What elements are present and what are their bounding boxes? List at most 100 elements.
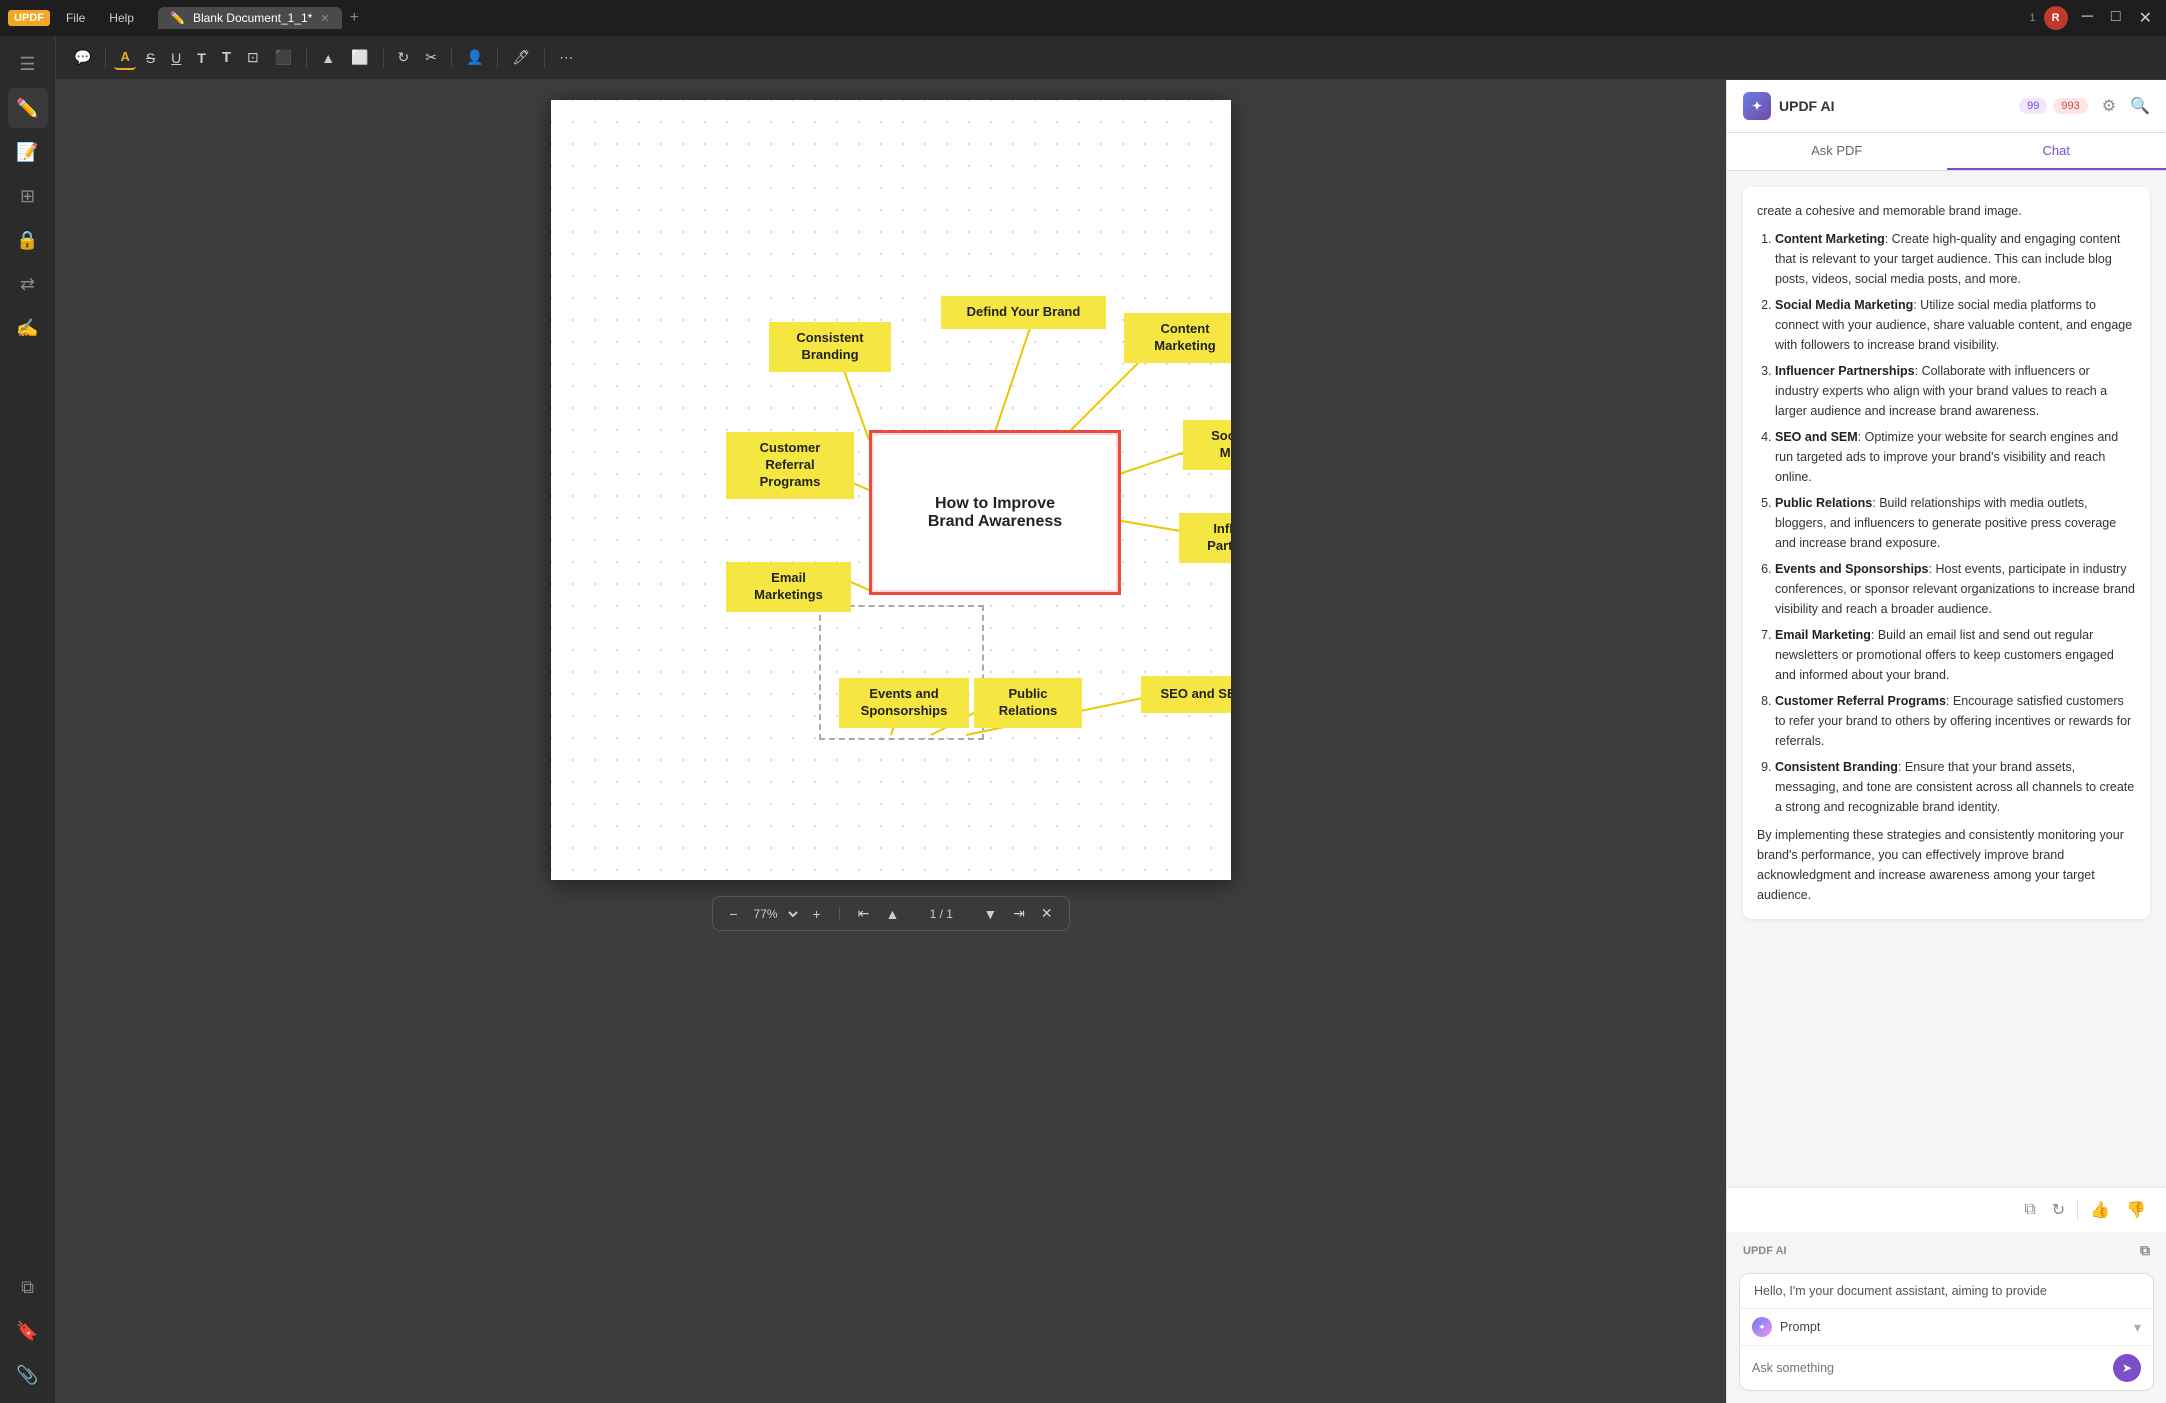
sidebar-sign-icon[interactable]: ✍ [8,308,48,348]
ai-messages[interactable]: create a cohesive and memorable brand im… [1727,171,2166,1187]
user-avatar[interactable]: R [2044,6,2068,30]
mind-map: How to ImproveBrand Awareness Defind You… [551,100,1231,880]
node-seo-sem[interactable]: SEO and SEM [1141,676,1231,713]
send-button[interactable]: ➤ [2113,1354,2141,1382]
node-social-media[interactable]: Social MediaMarketing [1183,420,1231,470]
sep4 [451,48,452,68]
ai-greeting: Hello, I'm your document assistant, aimi… [1740,1274,2153,1309]
menu-help[interactable]: Help [101,7,142,29]
action-sep [2077,1200,2078,1220]
crop-tool-btn[interactable]: ✂ [419,45,443,70]
title-right: 1 R ─ □ ✕ [2029,6,2158,30]
sep3 [383,48,384,68]
pagination-sep [839,907,840,921]
text-input-row: ➤ [1740,1346,2153,1390]
badge-red: 993 [2053,98,2087,114]
ai-header: ✦ UPDF AI 99 993 ⚙ 🔍 [1727,80,2166,133]
more-tool-btn[interactable]: ⋯ [553,45,579,70]
page-input[interactable] [911,907,971,921]
sep6 [544,48,545,68]
sidebar-view-icon[interactable]: ☰ [8,44,48,84]
node-email-marketing[interactable]: EmailMarketings [726,562,851,612]
active-tab[interactable]: ✏️ Blank Document_1_1* ✕ [158,7,342,29]
ai-panel: ✦ UPDF AI 99 993 ⚙ 🔍 Ask PDF [1726,80,2166,1403]
sidebar-bookmark-icon[interactable]: 🔖 [8,1311,48,1351]
rotate-tool-btn[interactable]: ↻ [392,45,416,70]
sidebar-comment-icon[interactable]: 📝 [8,132,48,172]
menu-file[interactable]: File [58,7,93,29]
node-public-relations[interactable]: PublicRelations [974,678,1082,728]
list-item: Content Marketing: Create high-quality a… [1775,229,2136,289]
node-influencer[interactable]: InfluenceerPartnesships [1179,513,1231,563]
highlight-tool-btn[interactable]: A [114,45,135,70]
prompt-row[interactable]: ✦ Prompt ▾ [1740,1309,2153,1346]
ai-logo-icon: ✦ [1743,92,1771,120]
tab-chat[interactable]: Chat [1947,133,2166,170]
app-logo: UPDF [8,10,50,26]
tab-close-button[interactable]: ✕ [320,12,329,25]
tab-add-button[interactable]: + [346,9,363,27]
left-sidebar: ☰ ✏️ 📝 ⊞ 🔒 ⇄ ✍ ⧉ 🔖 📎 [0,36,56,1403]
pdf-page: How to ImproveBrand Awareness Defind You… [551,100,1231,880]
node-content-marketing[interactable]: ContentMarketing [1124,313,1231,363]
close-button[interactable]: ✕ [2133,6,2158,30]
border-tool-btn[interactable]: ⬜ [345,45,374,70]
sep2 [306,48,307,68]
copy-btn[interactable]: ⧉ [2020,1197,2039,1223]
ai-badges: 99 993 [2019,98,2088,114]
main-layout: ☰ ✏️ 📝 ⊞ 🔒 ⇄ ✍ ⧉ 🔖 📎 💬 A S U T T ⊡ ⬛ ▲ ⬜… [0,36,2166,1403]
message-list: Content Marketing: Create high-quality a… [1757,229,2136,817]
sep1 [105,48,106,68]
sidebar-layers-icon[interactable]: ⧉ [8,1267,48,1307]
text-box-tool-btn[interactable]: ⊡ [241,45,265,70]
message-conclusion: By implementing these strategies and con… [1757,825,2136,905]
underline-tool-btn[interactable]: U [165,46,187,70]
last-page-btn[interactable]: ⇥ [1009,903,1029,924]
sidebar-organize-icon[interactable]: ⊞ [8,176,48,216]
maximize-button[interactable]: □ [2105,6,2127,30]
thumbs-down-btn[interactable]: 👎 [2122,1196,2150,1224]
strikethrough-tool-btn[interactable]: S [140,46,161,70]
text-color-tool-btn[interactable]: T [191,46,212,70]
prev-page-btn[interactable]: ▲ [881,904,903,924]
zoom-select[interactable]: 77% 50% 100% 125% [750,906,801,922]
prompt-arrow-icon: ▾ [2134,1319,2141,1336]
sidebar-convert-icon[interactable]: ⇄ [8,264,48,304]
thumbs-up-btn[interactable]: 👍 [2086,1196,2114,1224]
text-format-tool-btn[interactable]: T [216,45,237,70]
sidebar-edit-icon[interactable]: ✏️ [8,88,48,128]
zoom-in-btn[interactable]: + [809,904,825,924]
close-pagination-btn[interactable]: ✕ [1037,903,1057,924]
image-tool-btn[interactable]: ⬛ [269,45,298,70]
node-consistent-branding[interactable]: ConsistentBranding [769,322,891,372]
node-events[interactable]: Events andSponsorships [839,678,969,728]
node-define-brand[interactable]: Defind Your Brand [941,296,1106,329]
next-page-btn[interactable]: ▼ [979,904,1001,924]
ai-search-btn[interactable]: 🔍 [2130,96,2150,116]
sidebar-protect-icon[interactable]: 🔒 [8,220,48,260]
tab-ask-pdf[interactable]: Ask PDF [1727,133,1947,170]
ai-tabs: Ask PDF Chat [1727,133,2166,171]
list-item: Consistent Branding: Ensure that your br… [1775,757,2136,817]
sidebar-attach-icon[interactable]: 📎 [8,1355,48,1395]
tab-icon: ✏️ [170,11,185,25]
zoom-out-btn[interactable]: − [725,904,741,924]
ai-settings-btn[interactable]: ⚙ [2102,96,2116,116]
pdf-area[interactable]: How to ImproveBrand Awareness Defind You… [56,80,1726,1403]
ask-input[interactable] [1752,1361,2113,1375]
first-page-btn[interactable]: ⇤ [854,903,874,924]
markup-tool-btn[interactable]: 🖊 [506,45,536,70]
updf-ai-text: UPDF AI [1743,1245,1787,1257]
fill-color-tool-btn[interactable]: ▲ [315,46,341,70]
ai-input-area: Hello, I'm your document assistant, aimi… [1739,1273,2154,1391]
refresh-btn[interactable]: ↻ [2048,1196,2069,1224]
center-text: How to ImproveBrand Awareness [918,485,1072,541]
minimize-button[interactable]: ─ [2076,6,2099,30]
user-tool-btn[interactable]: 👤 [460,45,489,70]
content-area: How to ImproveBrand Awareness Defind You… [56,80,2166,1403]
node-customer-referral[interactable]: CustomerReferralPrograms [726,432,854,499]
comment-tool-btn[interactable]: 💬 [68,45,97,70]
list-item: Influencer Partnerships: Collaborate wit… [1775,361,2136,421]
ai-title: UPDF AI [1779,98,1834,114]
copy-label-btn[interactable]: ⧉ [2140,1242,2150,1259]
